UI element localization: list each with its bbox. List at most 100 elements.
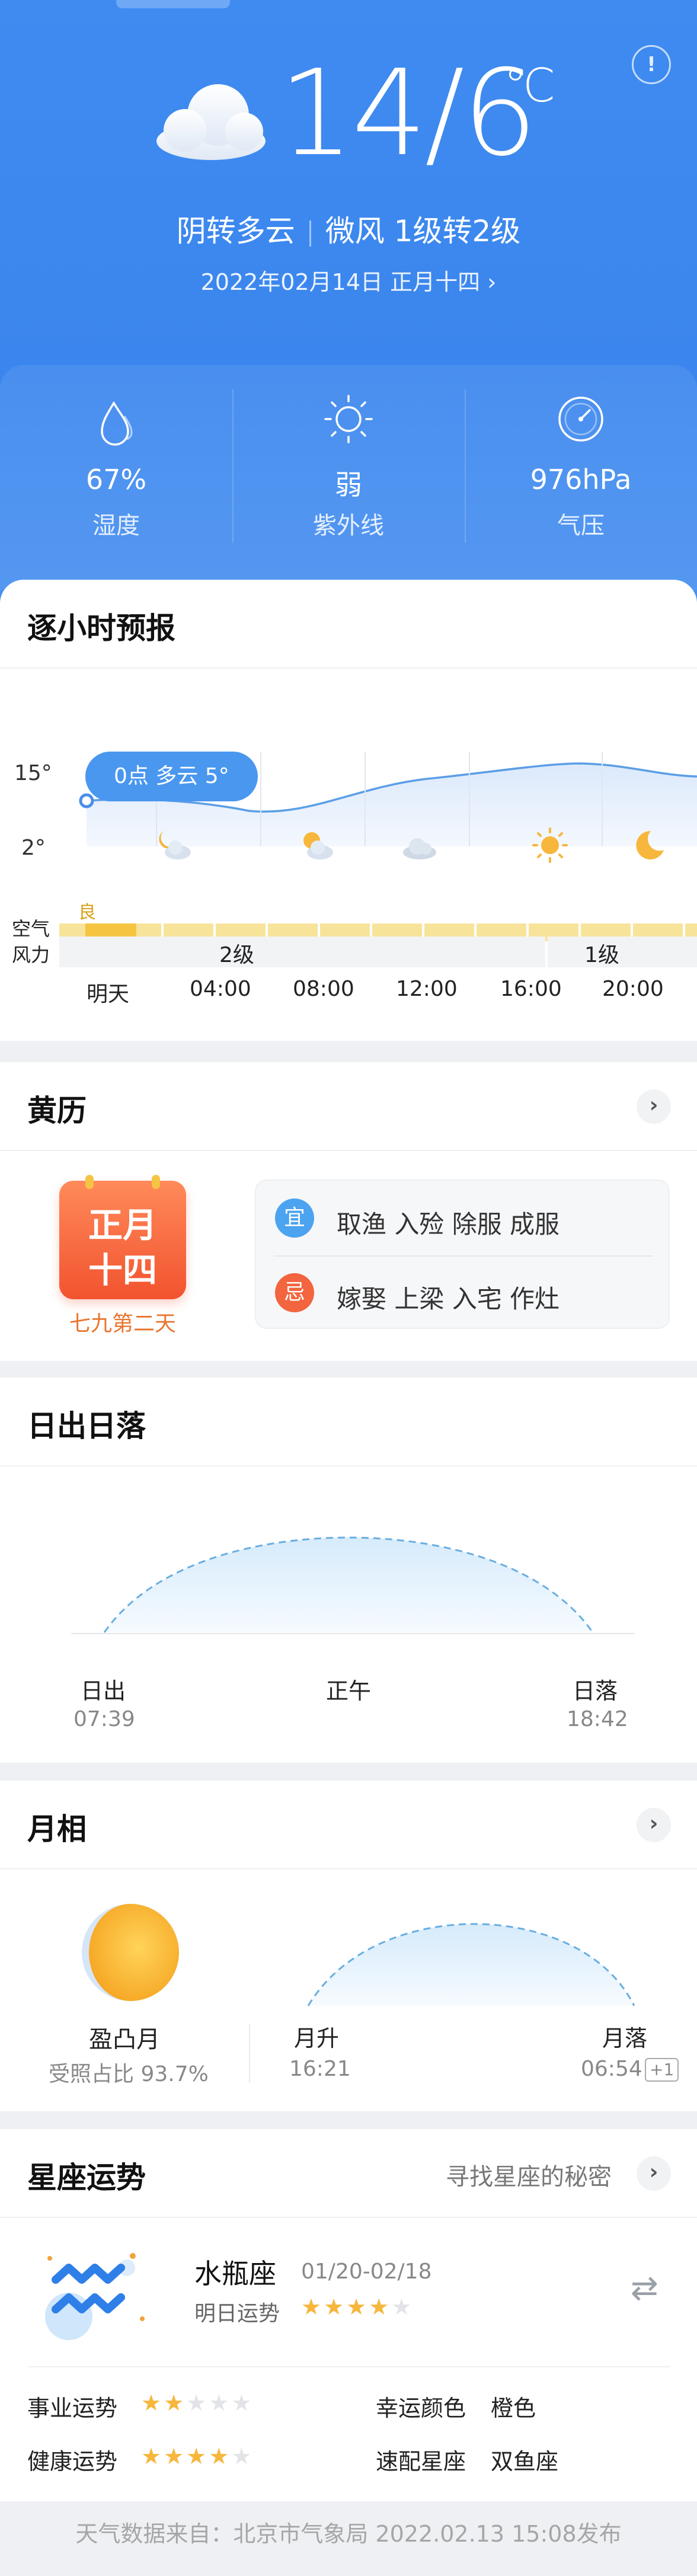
lunar-month: 正月 [88, 1205, 157, 1245]
star-empty-icon: ★ [231, 2443, 252, 2469]
almanac-header[interactable]: 黄历 › [0, 1062, 697, 1151]
axis-low-label: 2° [21, 836, 46, 860]
sun-uv-icon [324, 395, 373, 443]
sunrise-time: 07:39 [73, 1707, 135, 1731]
match-label: 速配星座 [376, 2449, 466, 2475]
pressure-value: 976hPa [530, 464, 632, 496]
star-filled-icon: ★ [346, 2294, 367, 2320]
star-filled-icon: ★ [164, 2390, 184, 2416]
chevron-right-icon: › [487, 269, 497, 295]
career-stars: ★ ★ ★ ★ ★ [141, 2390, 254, 2416]
cloud-icon [403, 838, 436, 859]
tomorrow-stars: ★ ★ ★ ★ ★ [301, 2294, 414, 2320]
air-label: 空气 [12, 918, 50, 940]
lunar-day: 十四 [88, 1250, 157, 1290]
star-filled-icon: ★ [301, 2294, 322, 2320]
pressure-gauge-icon [558, 397, 603, 442]
sun-title: 日出日落 [27, 1409, 146, 1443]
hour-label: 04:00 [190, 977, 251, 1001]
top-tab-indicator[interactable] [116, 0, 230, 8]
chevron-right-icon[interactable]: › [637, 1808, 671, 1842]
zodiac-card: 星座运势 寻找星座的秘密 › 水瓶座 01/20-02/18 明日运势 ★ ★ ★ ★… [0, 2129, 697, 2501]
moon-title: 月相 [27, 1812, 87, 1846]
zodiac-secret-link[interactable]: 寻找星座的秘密 [446, 2158, 612, 2192]
hour-label: 明天 [87, 982, 130, 1006]
metrics-panel: 67% 湿度 弱 紫外线 976hPa 气压 [0, 365, 697, 590]
wind-bar-2 [548, 937, 697, 967]
calendar-ring [152, 1175, 160, 1189]
wind-text: 微风 1级转2级 [325, 214, 521, 248]
zodiac-title: 星座运势 [27, 2160, 146, 2195]
sunset-time: 18:42 [567, 1707, 628, 1731]
hourly-forecast-card: 逐小时预报 15° 2° 0点 多云 5° 空气 良 风力 2级 1级 明天 0… [0, 580, 697, 1041]
next-day-badge: +1 [645, 2058, 679, 2082]
sunrise-label: 日出 [81, 1678, 126, 1704]
lunar-calendar-tile: 正月 十四 [59, 1175, 186, 1299]
moon-icon [636, 830, 664, 859]
condition-text: 阴转多云 [176, 214, 295, 248]
humidity-label: 湿度 [92, 512, 140, 539]
condition-divider [309, 220, 311, 247]
hourly-tooltip: 0点 多云 5° [85, 752, 258, 801]
sun-arc [71, 1536, 634, 1634]
sun-icon [532, 827, 568, 863]
wind-level: 2级 [219, 943, 254, 967]
aquarius-icon [45, 2253, 145, 2340]
almanac-card: 黄历 › 正月 十四 七九第二天 宜 取渔 入殓 除服 成服 忌 嫁娶 上梁 入… [0, 1062, 697, 1361]
hourly-header: 逐小时预报 [0, 580, 697, 669]
good-activities: 取渔 入殓 除服 成服 [337, 1210, 560, 1239]
moon-header[interactable]: 月相 › [0, 1781, 697, 1869]
star-filled-icon: ★ [141, 2390, 162, 2416]
sunrise-card: 日出日落 日出 07:39 正午 日落 18:42 [0, 1378, 697, 1763]
solar-period: 七九第二天 [69, 1312, 176, 1336]
star-empty-icon: ★ [391, 2294, 412, 2320]
hour-label: 12:00 [396, 977, 458, 1001]
weather-hero: ! 14/6 ℃ 阴转多云 微风 1级转2级 2022年02月14日 正月十四 ›… [0, 0, 697, 676]
noon-label: 正午 [326, 1678, 372, 1704]
date-link[interactable]: 2022年02月14日 正月十四 › [0, 264, 697, 296]
moon-phase-card: 月相 › 盈凸月 受照占比 93.7% 月升 16:21 月落 06:54 +1 [0, 1781, 697, 2111]
condition-line: 阴转多云 微风 1级转2级 [0, 207, 697, 250]
wind-level: 1级 [584, 943, 619, 967]
metric-pressure[interactable]: 976hPa 气压 [465, 365, 697, 590]
bad-badge: 忌 [275, 1273, 314, 1312]
chevron-right-icon[interactable]: › [637, 1089, 671, 1124]
health-stars: ★ ★ ★ ★ ★ [141, 2443, 254, 2469]
moon-arc [307, 1923, 635, 2006]
uv-label: 紫外线 [313, 512, 384, 539]
star-empty-icon: ★ [231, 2390, 252, 2416]
bad-activities: 嫁娶 上梁 入宅 作灶 [337, 1284, 560, 1313]
almanac-detail-box[interactable]: 宜 取渔 入殓 除服 成服 忌 嫁娶 上梁 入宅 作灶 [255, 1180, 670, 1329]
partly-cloudy-icon [303, 832, 333, 859]
axis-high-label: 15° [14, 761, 52, 785]
health-label: 健康运势 [27, 2449, 118, 2475]
divider [27, 2366, 670, 2367]
cloud-icon [156, 84, 266, 160]
good-badge: 宜 [275, 1198, 314, 1238]
data-source-footer: 天气数据来自：北京市气象局 2022.02.13 15:08发布 [75, 2521, 622, 2547]
zodiac-header[interactable]: 星座运势 寻找星座的秘密 › [0, 2129, 697, 2218]
chevron-right-icon[interactable]: › [637, 2156, 671, 2191]
star-filled-icon: ★ [209, 2443, 229, 2469]
divider [249, 2024, 250, 2083]
moonrise-time: 16:21 [289, 2057, 351, 2081]
hour-label: 16:00 [500, 977, 562, 1001]
waxing-gibbous-moon-icon [82, 1904, 179, 2001]
moonset-time: 06:54 [581, 2057, 642, 2081]
metric-uv[interactable]: 弱 紫外线 [232, 365, 465, 590]
career-label: 事业运势 [27, 2395, 118, 2421]
alert-icon[interactable]: ! [632, 45, 671, 84]
swap-icon[interactable]: ⇄ [631, 2269, 658, 2307]
metric-humidity[interactable]: 67% 湿度 [0, 365, 232, 590]
temperature-unit: ℃ [504, 59, 556, 113]
hour-label: 08:00 [293, 977, 354, 1001]
uv-value: 弱 [335, 469, 362, 501]
zodiac-date-range: 01/20-02/18 [301, 2259, 432, 2284]
sun-header: 日出日落 [0, 1378, 697, 1466]
tomorrow-label: 明日运势 [194, 2302, 280, 2326]
hour-label: 20:00 [602, 977, 664, 1001]
star-filled-icon: ★ [141, 2443, 162, 2469]
star-filled-icon: ★ [369, 2294, 389, 2320]
moon-illumination: 受照占比 93.7% [49, 2062, 209, 2086]
cloudy-moon-icon [159, 831, 191, 859]
